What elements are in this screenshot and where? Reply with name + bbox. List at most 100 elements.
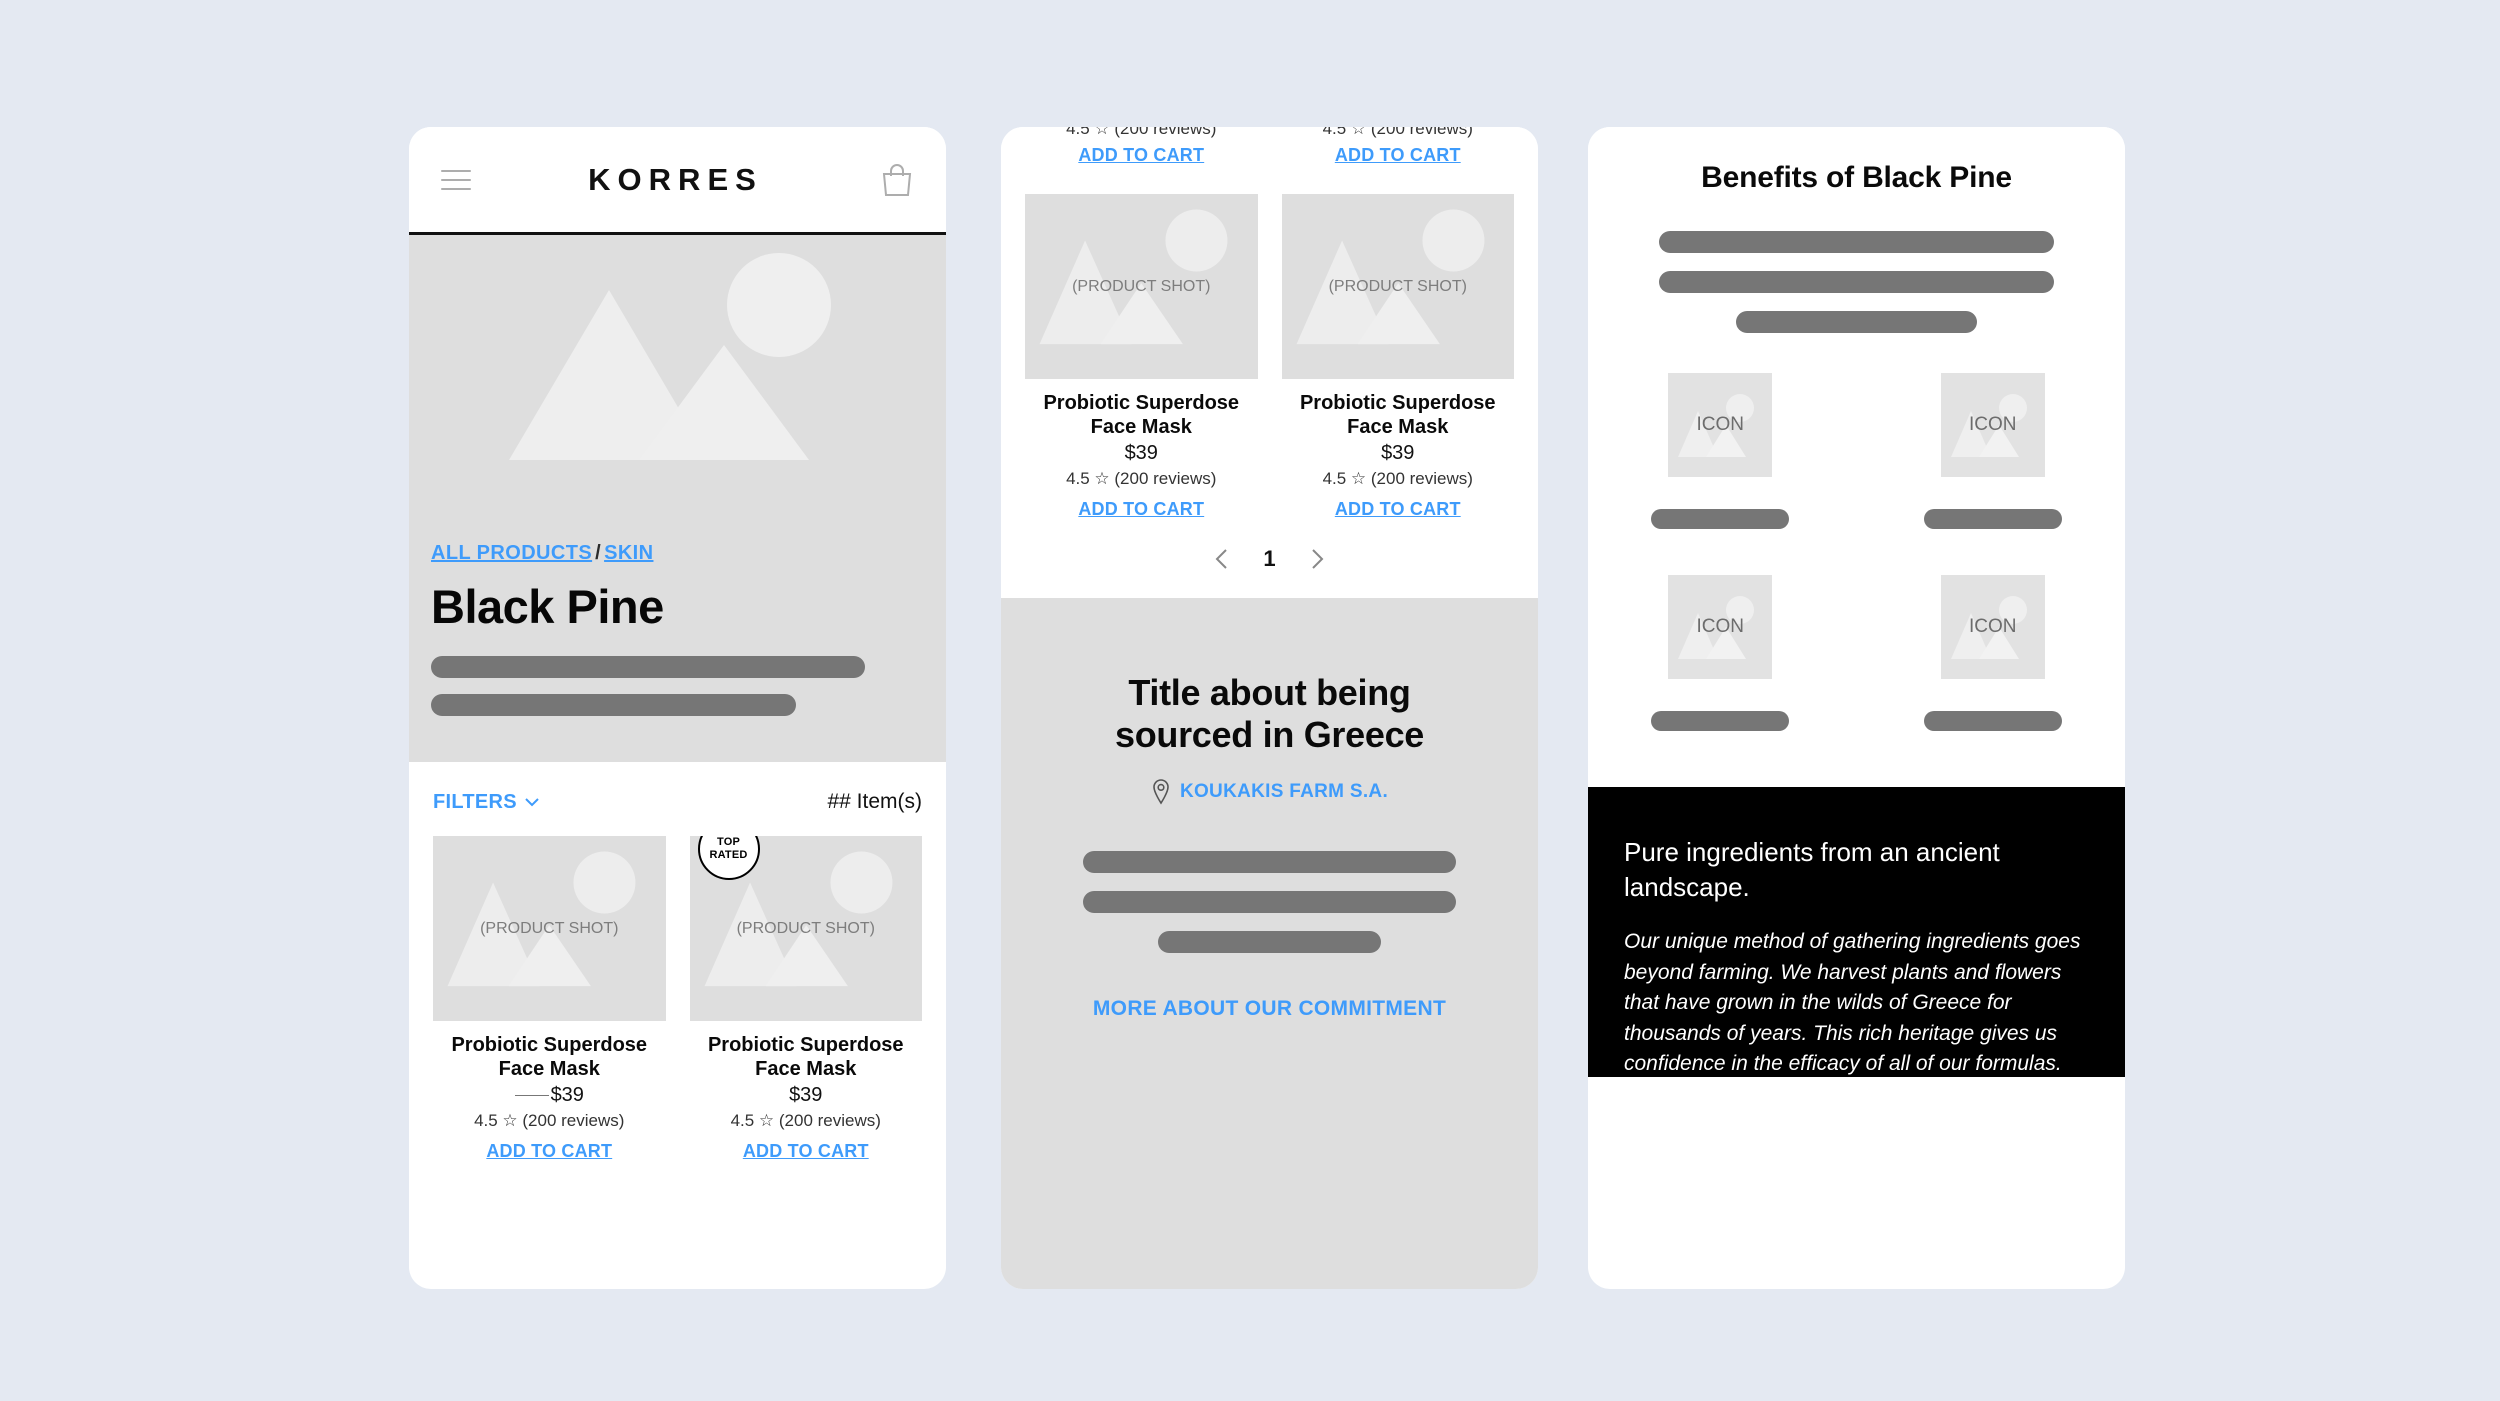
benefit-item: ICON — [1897, 373, 2090, 529]
filters-label: FILTERS — [433, 790, 517, 813]
benefits-section: Benefits of Black Pine ICON ICON ICON IC… — [1588, 127, 2125, 731]
cut-off-card: 4.5 ☆ (200 reviews) ADD TO CART — [1025, 127, 1258, 166]
chevron-right-icon[interactable] — [1310, 548, 1325, 570]
add-to-cart-button[interactable]: ADD TO CART — [1078, 499, 1204, 520]
hamburger-menu-icon[interactable] — [441, 169, 471, 190]
product-name: Probiotic Superdose Face Mask — [451, 1034, 648, 1081]
price-value: $39 — [1124, 441, 1158, 464]
product-price: $39 — [433, 1084, 666, 1107]
sourced-skeleton-line-1 — [1082, 850, 1457, 873]
panel-category-page: KORRES ALL PRODUCTS / SKIN Black Pine FI… — [409, 127, 946, 1289]
product-name: Probiotic Superdose Face Mask — [1299, 392, 1496, 439]
product-card[interactable]: (PRODUCT SHOT) Probiotic Superdose Face … — [1281, 194, 1515, 520]
product-card[interactable]: TOP RATED (PRODUCT SHOT) Probiotic Super… — [689, 836, 923, 1162]
product-rating: 4.5 ☆ (200 reviews) — [1066, 468, 1217, 488]
benefits-skeleton-line-3 — [1735, 311, 1978, 333]
filters-button[interactable]: FILTERS — [433, 791, 539, 814]
add-to-cart-button[interactable]: ADD TO CART — [486, 1141, 612, 1162]
benefit-item: ICON — [1897, 575, 2090, 731]
benefit-icon-grid: ICON ICON ICON ICON — [1624, 373, 2089, 731]
benefits-title: Benefits of Black Pine — [1701, 161, 2012, 194]
map-pin-icon — [1153, 778, 1169, 805]
screenshot-stage: KORRES ALL PRODUCTS / SKIN Black Pine FI… — [0, 0, 2500, 1401]
sourced-skeleton-line-2 — [1082, 890, 1457, 913]
icon-label: ICON — [1696, 414, 1745, 435]
icon-label: ICON — [1969, 414, 2017, 435]
product-price: $39 — [690, 1084, 923, 1107]
sourced-title-line-1: Title about being — [1128, 671, 1411, 713]
sourced-in-greece-section: Title about being sourced in Greece KOUK… — [1001, 597, 1538, 1289]
breadcrumb-skin[interactable]: SKIN — [604, 542, 653, 564]
brand-logo[interactable]: KORRES — [471, 162, 880, 198]
product-image-placeholder[interactable]: (PRODUCT SHOT) — [1281, 194, 1514, 379]
product-rating: 4.5 ☆ (200 reviews) — [1322, 127, 1473, 138]
dark-section-body: Our unique method of gathering ingredien… — [1624, 930, 2081, 1075]
add-to-cart-button[interactable]: ADD TO CART — [1335, 499, 1461, 520]
farm-location[interactable]: KOUKAKIS FARM S.A. — [1033, 778, 1506, 805]
benefit-icon-placeholder: ICON — [1668, 373, 1773, 477]
benefit-icon-placeholder: ICON — [1940, 373, 2045, 477]
panel-benefits-page: Benefits of Black Pine ICON ICON ICON IC… — [1588, 127, 2125, 1289]
benefit-item: ICON — [1624, 373, 1817, 529]
price-value: $39 — [1381, 441, 1415, 464]
item-count: ## Item(s) — [827, 790, 922, 813]
product-card[interactable]: (PRODUCT SHOT) Probiotic Superdose Face … — [433, 836, 666, 1162]
pagination-page-1[interactable]: 1 — [1263, 546, 1275, 572]
benefit-caption-skeleton — [1923, 711, 2062, 731]
hero-image-placeholder — [409, 235, 946, 530]
product-rating: 4.5 ☆ (200 reviews) — [730, 1110, 881, 1130]
filter-bar: FILTERS ## Item(s) — [409, 762, 946, 836]
product-price: $39 — [1025, 442, 1258, 465]
product-image-placeholder[interactable]: (PRODUCT SHOT) — [1025, 194, 1258, 379]
description-skeleton-line-1 — [431, 656, 865, 678]
dark-section-heading: Pure ingredients from an ancient landsca… — [1624, 837, 2000, 903]
product-name: Probiotic Superdose Face Mask — [707, 1034, 904, 1081]
description-skeleton-line-2 — [431, 694, 796, 716]
price-value: $39 — [789, 1083, 823, 1106]
page-title: Black Pine — [431, 580, 664, 633]
sourced-skeleton-line-3 — [1158, 930, 1381, 953]
panel-listing-page: 4.5 ☆ (200 reviews) ADD TO CART 4.5 ☆ (2… — [1001, 127, 1538, 1289]
badge-line-1: TOP — [716, 836, 740, 849]
product-rating: 4.5 ☆ (200 reviews) — [474, 1110, 625, 1130]
benefit-caption-skeleton — [1923, 509, 2062, 529]
hero-copy: ALL PRODUCTS / SKIN Black Pine — [409, 542, 946, 716]
listing-top-section: 4.5 ☆ (200 reviews) ADD TO CART 4.5 ☆ (2… — [1001, 127, 1538, 598]
image-placeholder-icon — [409, 235, 946, 530]
product-price: $39 — [1282, 442, 1515, 465]
shopping-bag-icon[interactable] — [880, 162, 914, 198]
benefit-item: ICON — [1624, 575, 1817, 731]
product-image-placeholder[interactable]: TOP RATED (PRODUCT SHOT) — [689, 836, 922, 1021]
pagination: 1 — [1025, 520, 1514, 572]
cut-off-card: 4.5 ☆ (200 reviews) ADD TO CART — [1282, 127, 1515, 166]
site-header: KORRES — [409, 127, 946, 235]
product-shot-label: (PRODUCT SHOT) — [1072, 277, 1211, 295]
sourced-title-line-2: sourced in Greece — [1114, 714, 1425, 756]
breadcrumb-all-products[interactable]: ALL PRODUCTS — [431, 542, 592, 564]
chevron-down-icon — [525, 797, 539, 806]
breadcrumb-separator: / — [595, 542, 602, 564]
product-shot-label: (PRODUCT SHOT) — [1328, 277, 1467, 295]
product-card[interactable]: (PRODUCT SHOT) Probiotic Superdose Face … — [1025, 194, 1258, 520]
price-strike-line — [514, 1094, 549, 1096]
product-grid: (PRODUCT SHOT) Probiotic Superdose Face … — [1025, 194, 1514, 520]
benefits-skeleton-line-2 — [1658, 271, 2055, 293]
add-to-cart-button[interactable]: ADD TO CART — [743, 1141, 869, 1162]
more-about-commitment-link[interactable]: MORE ABOUT OUR COMMITMENT — [1093, 997, 1446, 1021]
add-to-cart-button[interactable]: ADD TO CART — [1335, 145, 1461, 166]
benefit-caption-skeleton — [1651, 711, 1790, 731]
product-grid: (PRODUCT SHOT) Probiotic Superdose Face … — [409, 836, 946, 1162]
chevron-left-icon[interactable] — [1214, 548, 1229, 570]
farm-name[interactable]: KOUKAKIS FARM S.A. — [1180, 781, 1388, 803]
pure-ingredients-section: Pure ingredients from an ancient landsca… — [1588, 787, 2125, 1077]
benefit-icon-placeholder: ICON — [1668, 575, 1773, 679]
badge-line-2: RATED — [709, 849, 748, 861]
product-shot-label: (PRODUCT SHOT) — [736, 919, 875, 937]
benefit-icon-placeholder: ICON — [1940, 575, 2045, 679]
product-image-placeholder[interactable]: (PRODUCT SHOT) — [433, 836, 666, 1021]
hero-section: ALL PRODUCTS / SKIN Black Pine — [409, 235, 946, 762]
add-to-cart-button[interactable]: ADD TO CART — [1078, 145, 1204, 166]
cut-off-card-row: 4.5 ☆ (200 reviews) ADD TO CART 4.5 ☆ (2… — [1025, 127, 1514, 166]
product-rating: 4.5 ☆ (200 reviews) — [1322, 468, 1473, 488]
